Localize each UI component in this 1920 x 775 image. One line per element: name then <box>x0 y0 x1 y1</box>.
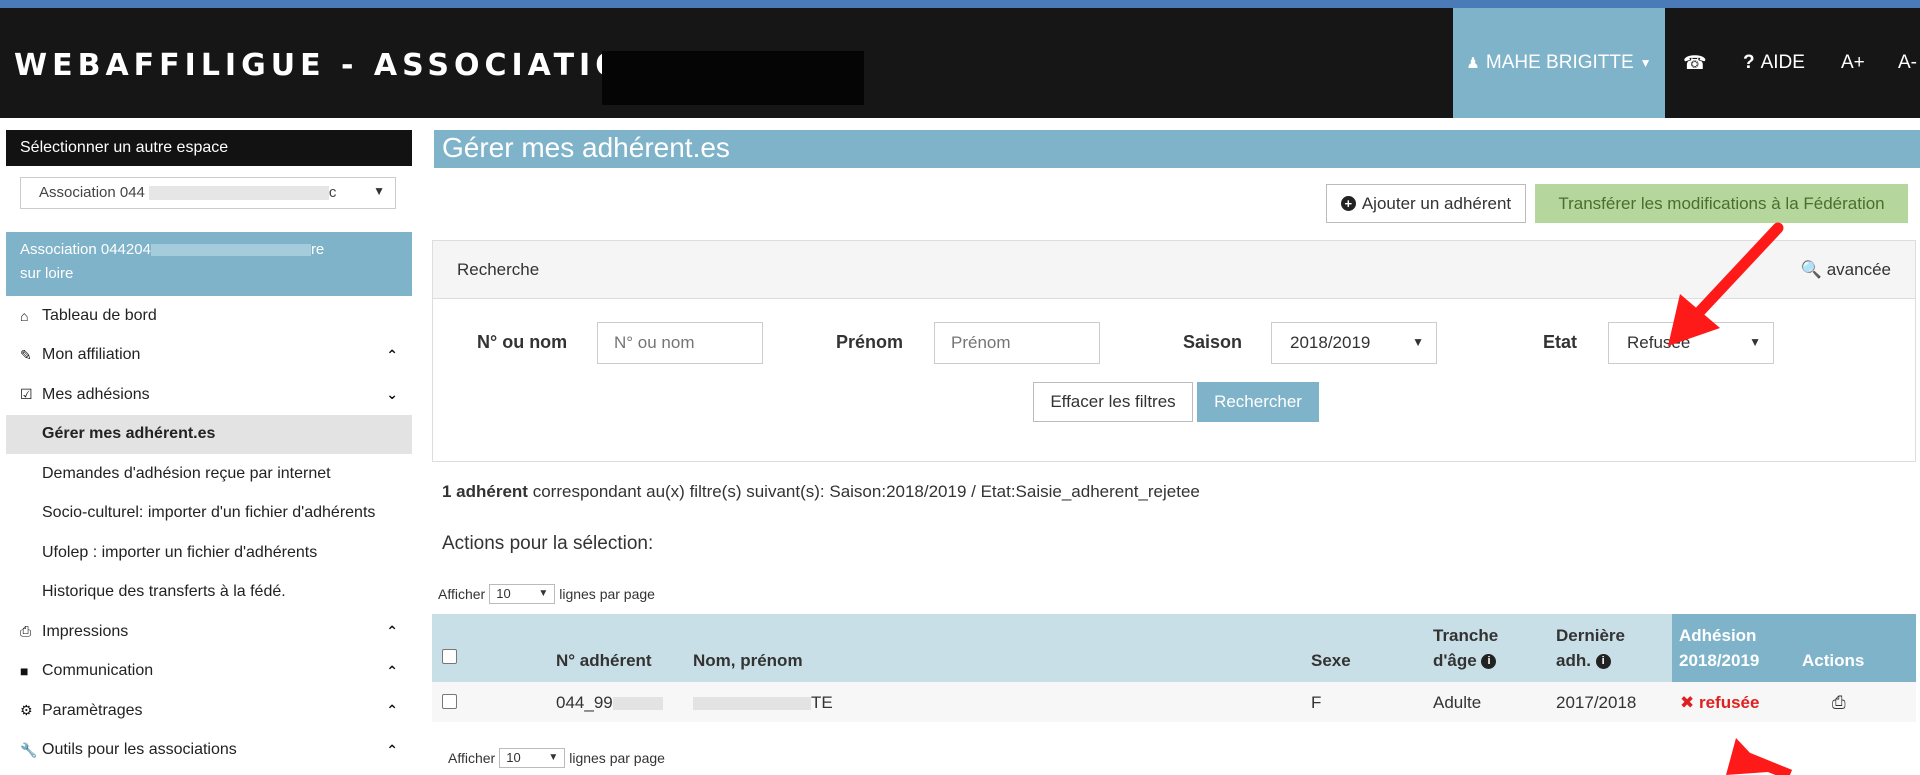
top-stripe <box>0 0 1920 8</box>
search-title: Recherche <box>457 260 540 279</box>
col-num[interactable]: N° adhérent <box>556 648 652 673</box>
redacted-text <box>148 186 329 201</box>
sidebar-item-affiliation[interactable]: ✎ Mon affiliation ⌃ <box>6 336 412 376</box>
chevron-down-icon: ⌄ <box>386 386 398 403</box>
chevron-up-icon: ⌃ <box>386 346 398 363</box>
question-icon: ? <box>1743 52 1755 73</box>
clear-filters-button[interactable]: Effacer les filtres <box>1033 382 1193 422</box>
help-button[interactable]: ? AIDE <box>1743 52 1805 74</box>
sidebar-item-socio-import[interactable]: Socio-culturel: importer d'un fichier d'… <box>6 494 412 534</box>
font-increase-button[interactable]: A+ <box>1841 52 1865 74</box>
sidebar-item-settings[interactable]: ⚙ Paramètrages ⌃ <box>6 691 412 731</box>
season-select[interactable]: 2018/2019 ▼ <box>1271 322 1437 364</box>
result-summary: 1 adhérent correspondant au(x) filtre(s)… <box>442 482 1200 501</box>
printer-icon: ⎙ <box>1832 693 1846 712</box>
printer-icon: ⎙ <box>20 623 32 640</box>
col-name[interactable]: Nom, prénom <box>693 648 803 673</box>
current-association[interactable]: Association 044204 re sur loire <box>6 232 412 296</box>
font-decrease-button[interactable]: A- <box>1898 52 1917 74</box>
comment-icon: ■ <box>20 663 29 680</box>
pencil-icon: ✎ <box>20 346 32 363</box>
cross-icon: ✖ <box>1680 693 1695 712</box>
wrench-icon: 🔧 <box>20 741 38 758</box>
select-space-title: Sélectionner un autre espace <box>6 130 412 166</box>
redacted-text <box>612 697 663 711</box>
advanced-search-link[interactable]: 🔍 avancée <box>1801 260 1891 280</box>
member-sex: F <box>1311 693 1322 712</box>
redacted-text <box>693 697 811 711</box>
help-label: AIDE <box>1760 52 1805 73</box>
user-menu-button[interactable]: ♟ MAHE BRIGITTE ▼ <box>1453 8 1665 118</box>
page-size-control-bottom: Afficher 10 ▼ lignes par page <box>448 748 665 768</box>
info-icon: i <box>1595 654 1611 670</box>
adhesion-status[interactable]: ✖ refusée <box>1680 693 1759 713</box>
member-name: TE <box>693 693 833 713</box>
page-size-select[interactable]: 10 ▼ <box>489 584 556 604</box>
app-title: WEBAFFILIGUE - ASSOCIATION <box>14 48 656 83</box>
select-all-checkbox[interactable] <box>442 649 457 664</box>
selection-actions-label: Actions pour la sélection: <box>442 533 654 554</box>
sidebar-item-adhesions[interactable]: ☑ Mes adhésions ⌄ <box>6 375 412 415</box>
print-row-button[interactable]: ⎙ <box>1832 693 1846 713</box>
sidebar-item-transfer-history[interactable]: Historique des transferts à la fédé. <box>6 573 412 613</box>
col-adhesion[interactable]: Adhésion 2018/2019 <box>1679 623 1759 673</box>
annotation-arrow-icon <box>1726 738 1793 775</box>
sidebar-item-tools[interactable]: 🔧 Outils pour les associations ⌃ <box>6 731 412 771</box>
member-number: 044_99 <box>556 693 663 713</box>
page-title: Gérer mes adhérent.es <box>434 130 1920 168</box>
chevron-up-icon: ⌃ <box>386 741 398 758</box>
member-last-adhesion: 2017/2018 <box>1556 693 1637 712</box>
transfer-button[interactable]: Transférer les modifications à la Fédéra… <box>1535 184 1908 223</box>
table-header: N° adhérent Nom, prénom Sexe Tranche d'â… <box>432 614 1916 682</box>
redacted-text <box>150 244 311 257</box>
user-icon: ♟ <box>1466 55 1480 72</box>
zoom-icon: 🔍 <box>1800 260 1822 279</box>
member-age-range: Adulte <box>1433 693 1482 712</box>
state-label: Etat <box>1543 332 1578 352</box>
col-last-adhesion[interactable]: Dernière adh. i <box>1556 623 1625 673</box>
sidebar-item-manage-members[interactable]: Gérer mes adhérent.es <box>6 414 412 454</box>
sidebar-item-printing[interactable]: ⎙ Impressions ⌃ <box>6 612 412 652</box>
sidebar-item-ufolep-import[interactable]: Ufolep : importer un fichier d'adhérents <box>6 533 412 573</box>
space-select[interactable]: Association 044 c ▼ <box>20 177 396 209</box>
firstname-label: Prénom <box>836 332 904 352</box>
user-name: MAHE BRIGITTE <box>1485 52 1634 73</box>
info-icon: i <box>1481 654 1497 670</box>
plus-circle-icon: + <box>1340 196 1356 211</box>
col-age[interactable]: Tranche d'âge i <box>1433 623 1498 673</box>
edit-box-icon: ☑ <box>20 386 33 403</box>
caret-down-icon: ▼ <box>1639 56 1652 70</box>
sidebar-item-communication[interactable]: ■ Communication ⌃ <box>6 652 412 692</box>
add-member-button[interactable]: + Ajouter un adhérent <box>1326 184 1526 223</box>
annotation-arrow-icon <box>1668 222 1784 346</box>
redacted-area <box>602 51 864 105</box>
search-button[interactable]: Rechercher <box>1197 382 1319 422</box>
col-actions: Actions <box>1802 651 1865 670</box>
col-sex[interactable]: Sexe <box>1311 648 1351 673</box>
season-label: Saison <box>1183 332 1243 352</box>
page-size-select[interactable]: 10 ▼ <box>499 748 566 768</box>
caret-down-icon: ▼ <box>538 588 549 599</box>
caret-down-icon: ▼ <box>1412 335 1424 349</box>
num-input[interactable] <box>597 322 763 364</box>
result-count: 1 adhérent <box>442 482 528 501</box>
caret-down-icon: ▼ <box>373 184 385 198</box>
sidebar-menu: ⌂ Tableau de bord ✎ Mon affiliation ⌃ ☑ … <box>6 296 412 770</box>
table-row[interactable]: 044_99 TE F Adulte 2017/2018 ✖ refusée ⎙ <box>432 682 1916 722</box>
chevron-up-icon: ⌃ <box>386 623 398 640</box>
firstname-input[interactable] <box>934 322 1100 364</box>
sidebar-item-dashboard[interactable]: ⌂ Tableau de bord <box>6 296 412 336</box>
row-checkbox[interactable] <box>442 694 457 709</box>
gear-icon: ⚙ <box>20 702 33 719</box>
home-icon: ⌂ <box>20 307 29 324</box>
page-size-control-top: Afficher 10 ▼ lignes par page <box>438 584 655 604</box>
phone-button[interactable]: ☎ <box>1683 52 1707 75</box>
sidebar-item-internet-requests[interactable]: Demandes d'adhésion reçue par internet <box>6 454 412 494</box>
chevron-up-icon: ⌃ <box>386 662 398 679</box>
caret-down-icon: ▼ <box>548 752 559 763</box>
chevron-up-icon: ⌃ <box>386 702 398 719</box>
phone-icon: ☎ <box>1683 53 1707 74</box>
num-label: N° ou nom <box>477 332 568 352</box>
